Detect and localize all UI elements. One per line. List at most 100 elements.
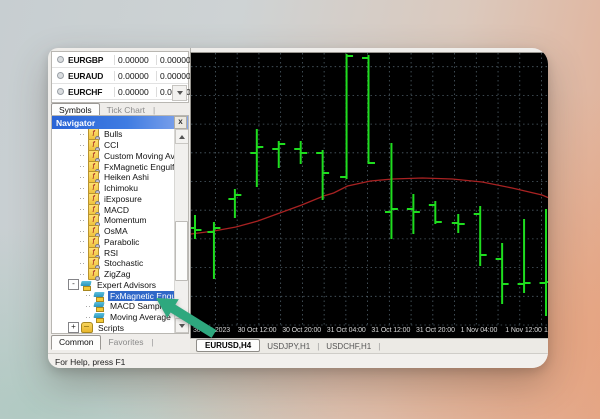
- tree-item-label: MACD Sample: [108, 301, 168, 311]
- tree-item-label: Heiken Ashi: [102, 172, 151, 182]
- time-axis-label: 1: [544, 327, 548, 334]
- tree-item-label: RSI: [102, 248, 120, 258]
- navigator-tree-rows: fBullsfCCIfCustom Moving AveragefFxMagne…: [52, 129, 188, 333]
- tree-connector: [80, 220, 86, 221]
- time-axis-label: 30 Oct 20:00: [282, 327, 321, 334]
- tree-item-indicator[interactable]: fiExposure: [52, 194, 188, 205]
- tree-item-indicator[interactable]: fRSI: [52, 247, 188, 258]
- tree-item-indicator[interactable]: fCCI: [52, 140, 188, 151]
- tree-item-expert-advisor[interactable]: FxMagnetic Engulfing A: [52, 290, 188, 301]
- navigator-scrollbar[interactable]: [174, 129, 188, 333]
- chevron-down-icon: [177, 91, 183, 95]
- tree-item-label: MACD: [102, 205, 131, 215]
- tree-item-label: CCI: [102, 140, 121, 150]
- symbol-name: EURCHF: [68, 87, 114, 97]
- tree-item-label: Ichimoku: [102, 183, 140, 193]
- tree-connector: [86, 295, 92, 296]
- tree-connector: [80, 231, 86, 232]
- tree-item-expert-advisor[interactable]: Moving Average: [52, 312, 188, 323]
- chart-tab-usdchf-h1[interactable]: USDCHF,H1: [319, 341, 378, 352]
- tree-node-scripts[interactable]: + Scripts: [52, 323, 188, 334]
- chart-tab-usdjpy-h1[interactable]: USDJPY,H1: [260, 341, 317, 352]
- ohlc-bar-chart[interactable]: [191, 53, 548, 339]
- tree-item-label: Bulls: [102, 129, 124, 139]
- tree-connector: [86, 317, 92, 318]
- indicator-function-icon: f: [88, 268, 99, 280]
- tree-item-label: Parabolic: [102, 237, 141, 247]
- market-watch-row[interactable]: EURAUD0.000000.00000: [52, 68, 188, 84]
- tree-item-indicator[interactable]: fHeiken Ashi: [52, 172, 188, 183]
- expert-advisor-icon: [94, 301, 105, 311]
- symbol-dot-icon: [57, 56, 64, 63]
- tree-connector: [80, 134, 86, 135]
- status-text: For Help, press F1: [55, 357, 125, 367]
- chart-tab-eurusd-h4[interactable]: EURUSD,H4: [196, 339, 260, 352]
- expert-advisor-icon: [94, 291, 105, 301]
- tree-connector: [80, 209, 86, 210]
- navigator-title: Navigator: [56, 118, 95, 128]
- plus-box-icon[interactable]: +: [68, 322, 79, 333]
- time-axis-label: 31 Oct 20:00: [416, 327, 455, 334]
- navigator-tabs: CommonFavorites|: [51, 334, 187, 349]
- time-axis-label: 30 Oct 12:00: [238, 327, 277, 334]
- tree-item-indicator[interactable]: fZigZag: [52, 269, 188, 280]
- tab-separator: |: [378, 342, 380, 351]
- time-axis-label: 31 Oct 12:00: [371, 327, 410, 334]
- expert-advisor-icon: [94, 312, 105, 322]
- tree-node-expert-advisors[interactable]: - Expert Advisors: [52, 280, 188, 291]
- moving-average-line: [191, 178, 548, 234]
- tree-connector: [80, 263, 86, 264]
- tree-item-indicator[interactable]: fParabolic: [52, 237, 188, 248]
- chart-tab-bar: EURUSD,H4USDJPY,H1|USDCHF,H1|: [190, 338, 548, 354]
- status-bar: For Help, press F1: [48, 353, 548, 368]
- tree-connector: [80, 274, 86, 275]
- scroll-up-button[interactable]: [175, 129, 188, 144]
- triangle-up-icon: [179, 135, 185, 139]
- market-watch-rows: EURGBP0.000000.00000EURAUD0.000000.00000…: [52, 52, 188, 100]
- market-watch-row[interactable]: EURGBP0.000000.00000: [52, 52, 188, 68]
- scripts-scroll-icon: [81, 322, 93, 333]
- scroll-down-button[interactable]: [175, 318, 188, 333]
- tree-connector: [80, 198, 86, 199]
- tree-item-label: Scripts: [96, 323, 126, 333]
- market-watch-row[interactable]: EURCHF0.000000.00000: [52, 84, 188, 100]
- tab-favorites[interactable]: Favorites: [101, 336, 150, 349]
- tree-item-label: Moving Average: [108, 312, 173, 322]
- navigator-titlebar: Navigator x: [52, 116, 188, 129]
- tree-item-indicator[interactable]: fStochastic: [52, 258, 188, 269]
- tree-item-indicator[interactable]: fFxMagnetic Engulfing I: [52, 161, 188, 172]
- time-axis-label: 1 Nov 12:00: [505, 327, 542, 334]
- tab-separator: |: [150, 337, 154, 349]
- tree-item-indicator[interactable]: fIchimoku: [52, 183, 188, 194]
- symbol-name: EURAUD: [68, 71, 114, 81]
- symbol-name: EURGBP: [68, 55, 114, 65]
- tree-connector: [86, 306, 92, 307]
- bid-value: 0.00000: [114, 87, 156, 97]
- tree-item-indicator[interactable]: fOsMA: [52, 226, 188, 237]
- expert-advisor-icon: [81, 280, 92, 290]
- navigator-close-button[interactable]: x: [174, 116, 187, 129]
- navigator-tree: fBullsfCCIfCustom Moving AveragefFxMagne…: [52, 129, 188, 333]
- chart-panel[interactable]: 30 Oct 2023 30 Oct 12:00 30 Oct 20:00 31 Oc…: [190, 52, 548, 339]
- tree-item-expert-advisor[interactable]: MACD Sample: [52, 301, 188, 312]
- tree-item-indicator[interactable]: fMomentum: [52, 215, 188, 226]
- market-watch-scroll-down-button[interactable]: [172, 85, 187, 101]
- time-axis-label: 31 Oct 04:00: [327, 327, 366, 334]
- tree-item-label: Expert Advisors: [95, 280, 158, 290]
- time-axis-label: 1 Nov 04:00: [461, 327, 498, 334]
- tree-connector: [80, 155, 86, 156]
- tree-connector: [80, 188, 86, 189]
- tree-item-label: ZigZag: [102, 269, 132, 279]
- left-panel-column: EURGBP0.000000.00000EURAUD0.000000.00000…: [48, 48, 191, 353]
- symbol-dot-icon: [57, 72, 64, 79]
- tab-common[interactable]: Common: [51, 335, 101, 350]
- bid-value: 0.00000: [114, 71, 156, 81]
- tree-connector: [80, 145, 86, 146]
- minus-box-icon[interactable]: -: [68, 279, 79, 290]
- tree-item-indicator[interactable]: fCustom Moving Average: [52, 151, 188, 162]
- tree-item-indicator[interactable]: fMACD: [52, 204, 188, 215]
- tree-item-indicator[interactable]: fBulls: [52, 129, 188, 140]
- scrollbar-thumb[interactable]: [175, 221, 188, 281]
- time-axis-label: 30 Oct 2023: [193, 327, 230, 334]
- symbol-dot-icon: [57, 88, 64, 95]
